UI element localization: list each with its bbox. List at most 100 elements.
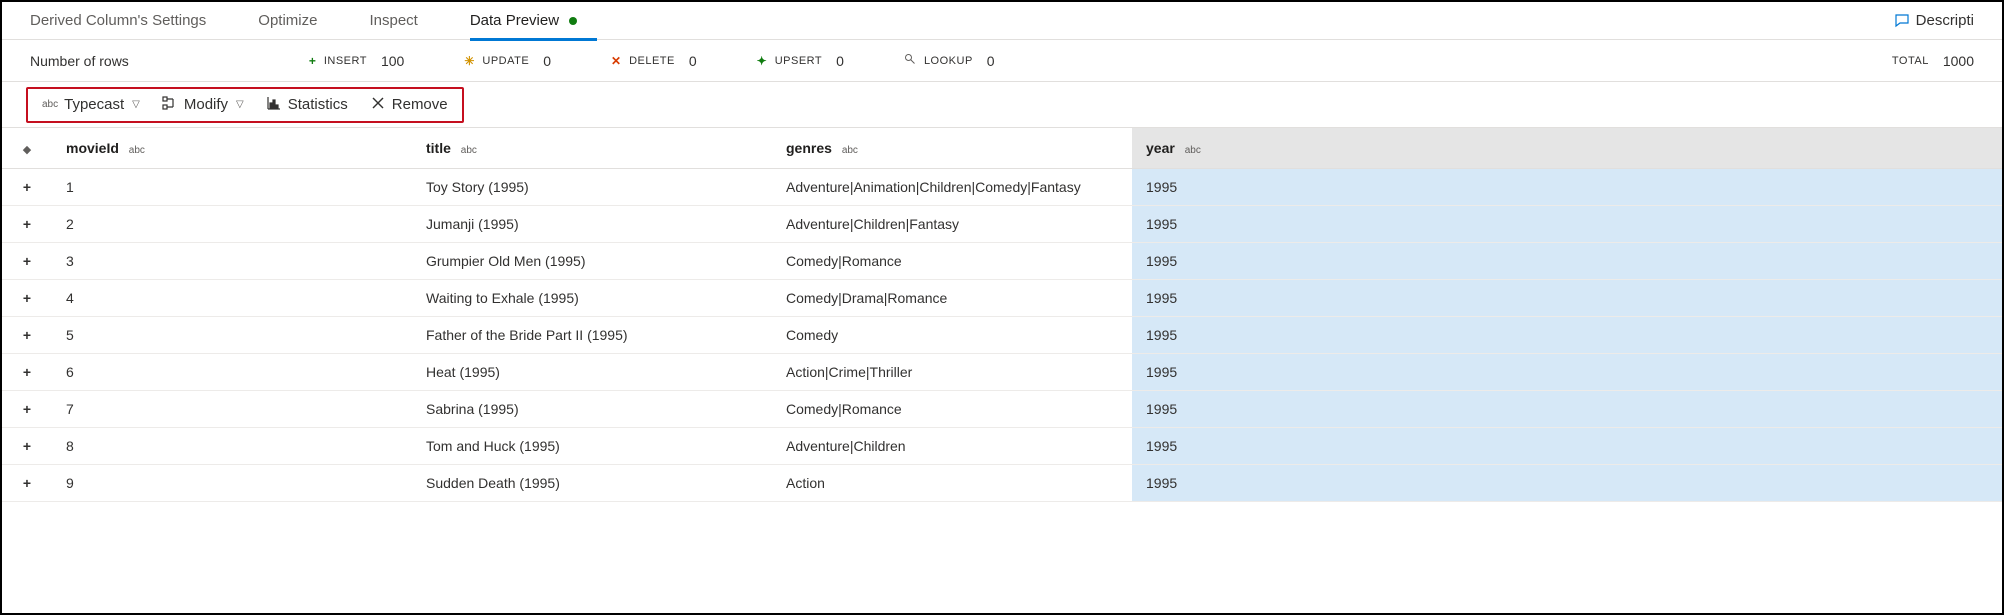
modify-button[interactable]: Modify ▽ bbox=[162, 95, 244, 115]
stat-upsert: ✦ UPSERT 0 bbox=[757, 53, 844, 69]
cell-title: Sabrina (1995) bbox=[412, 390, 772, 427]
cell-title: Grumpier Old Men (1995) bbox=[412, 242, 772, 279]
cell-movieid: 6 bbox=[52, 353, 412, 390]
table-row[interactable]: +3Grumpier Old Men (1995)Comedy|Romance1… bbox=[2, 242, 2002, 279]
tab-optimize[interactable]: Optimize bbox=[258, 2, 317, 40]
cell-movieid: 4 bbox=[52, 279, 412, 316]
upsert-icon: ✦ bbox=[757, 54, 767, 68]
cell-movieid: 3 bbox=[52, 242, 412, 279]
row-count-stats: Number of rows + INSERT 100 ✳ UPDATE 0 ✕… bbox=[2, 40, 2002, 82]
tab-derived-column-settings[interactable]: Derived Column's Settings bbox=[30, 2, 206, 40]
type-icon: abc bbox=[842, 145, 858, 156]
cell-title: Father of the Bride Part II (1995) bbox=[412, 316, 772, 353]
table-row[interactable]: +4Waiting to Exhale (1995)Comedy|Drama|R… bbox=[2, 279, 2002, 316]
data-preview-table: ◆ movieId abc title abc genres abc year … bbox=[2, 128, 2002, 502]
column-header-year[interactable]: year abc bbox=[1132, 128, 2002, 168]
type-icon: abc bbox=[1185, 145, 1201, 156]
tab-inspect[interactable]: Inspect bbox=[369, 2, 417, 40]
modify-icon bbox=[162, 95, 178, 115]
cell-year: 1995 bbox=[1132, 316, 2002, 353]
stat-upsert-value: 0 bbox=[836, 53, 844, 69]
stat-insert-name: INSERT bbox=[324, 55, 367, 67]
column-header-movieid[interactable]: movieId abc bbox=[52, 128, 412, 168]
stat-delete-name: DELETE bbox=[629, 55, 675, 67]
stat-total-value: 1000 bbox=[1943, 53, 1974, 69]
expand-row-icon[interactable]: + bbox=[2, 390, 52, 427]
type-icon: abc bbox=[461, 145, 477, 156]
lookup-icon bbox=[904, 53, 916, 68]
stat-lookup-value: 0 bbox=[987, 53, 995, 69]
cell-genres: Comedy bbox=[772, 316, 1132, 353]
remove-button[interactable]: Remove bbox=[370, 95, 448, 115]
remove-label: Remove bbox=[392, 96, 448, 113]
expand-row-icon[interactable]: + bbox=[2, 279, 52, 316]
statistics-button[interactable]: Statistics bbox=[266, 95, 348, 115]
cell-movieid: 8 bbox=[52, 427, 412, 464]
tab-data-preview-label: Data Preview bbox=[470, 12, 559, 29]
description-link[interactable]: Descripti bbox=[1894, 12, 1974, 29]
expand-row-icon[interactable]: + bbox=[2, 242, 52, 279]
cell-year: 1995 bbox=[1132, 242, 2002, 279]
tab-data-preview[interactable]: Data Preview bbox=[470, 2, 577, 40]
table-row[interactable]: +1Toy Story (1995)Adventure|Animation|Ch… bbox=[2, 168, 2002, 205]
table-row[interactable]: +6Heat (1995)Action|Crime|Thriller1995 bbox=[2, 353, 2002, 390]
cell-genres: Action bbox=[772, 464, 1132, 501]
cell-title: Waiting to Exhale (1995) bbox=[412, 279, 772, 316]
cell-genres: Comedy|Drama|Romance bbox=[772, 279, 1132, 316]
cell-genres: Comedy|Romance bbox=[772, 242, 1132, 279]
expand-row-icon[interactable]: + bbox=[2, 316, 52, 353]
statistics-label: Statistics bbox=[288, 96, 348, 113]
expand-row-icon[interactable]: + bbox=[2, 427, 52, 464]
typecast-label: Typecast bbox=[64, 96, 124, 113]
stat-delete-value: 0 bbox=[689, 53, 697, 69]
statistics-icon bbox=[266, 95, 282, 115]
cell-year: 1995 bbox=[1132, 353, 2002, 390]
table-row[interactable]: +2Jumanji (1995)Adventure|Children|Fanta… bbox=[2, 205, 2002, 242]
cell-year: 1995 bbox=[1132, 279, 2002, 316]
type-icon: abc bbox=[129, 145, 145, 156]
cell-movieid: 9 bbox=[52, 464, 412, 501]
cell-genres: Action|Crime|Thriller bbox=[772, 353, 1132, 390]
stat-update-name: UPDATE bbox=[482, 55, 529, 67]
stat-lookup-name: LOOKUP bbox=[924, 55, 973, 67]
stat-total-name: TOTAL bbox=[1892, 55, 1929, 67]
abc-icon: abc bbox=[42, 99, 58, 110]
cell-year: 1995 bbox=[1132, 464, 2002, 501]
comment-icon bbox=[1894, 13, 1910, 29]
stat-update: ✳ UPDATE 0 bbox=[464, 53, 551, 69]
table-body: +1Toy Story (1995)Adventure|Animation|Ch… bbox=[2, 168, 2002, 501]
table-row[interactable]: +5Father of the Bride Part II (1995)Come… bbox=[2, 316, 2002, 353]
insert-icon: + bbox=[309, 54, 316, 68]
cell-year: 1995 bbox=[1132, 427, 2002, 464]
cell-genres: Comedy|Romance bbox=[772, 390, 1132, 427]
expand-row-icon[interactable]: + bbox=[2, 464, 52, 501]
cell-title: Tom and Huck (1995) bbox=[412, 427, 772, 464]
description-label: Descripti bbox=[1916, 12, 1974, 29]
panel-tabs: Derived Column's Settings Optimize Inspe… bbox=[2, 2, 2002, 40]
expand-row-icon[interactable]: + bbox=[2, 168, 52, 205]
update-icon: ✳ bbox=[464, 54, 474, 68]
stat-upsert-name: UPSERT bbox=[775, 55, 822, 67]
table-row[interactable]: +7Sabrina (1995)Comedy|Romance1995 bbox=[2, 390, 2002, 427]
column-header-genres[interactable]: genres abc bbox=[772, 128, 1132, 168]
typecast-button[interactable]: abc Typecast ▽ bbox=[42, 96, 140, 113]
sort-column-header[interactable]: ◆ bbox=[2, 128, 52, 168]
cell-title: Jumanji (1995) bbox=[412, 205, 772, 242]
cell-title: Sudden Death (1995) bbox=[412, 464, 772, 501]
stat-update-value: 0 bbox=[543, 53, 551, 69]
column-header-title[interactable]: title abc bbox=[412, 128, 772, 168]
table-row[interactable]: +9Sudden Death (1995)Action1995 bbox=[2, 464, 2002, 501]
cell-title: Heat (1995) bbox=[412, 353, 772, 390]
cell-title: Toy Story (1995) bbox=[412, 168, 772, 205]
cell-year: 1995 bbox=[1132, 168, 2002, 205]
cell-year: 1995 bbox=[1132, 390, 2002, 427]
stat-insert-value: 100 bbox=[381, 53, 404, 69]
table-row[interactable]: +8Tom and Huck (1995)Adventure|Children1… bbox=[2, 427, 2002, 464]
expand-row-icon[interactable]: + bbox=[2, 353, 52, 390]
cell-genres: Adventure|Animation|Children|Comedy|Fant… bbox=[772, 168, 1132, 205]
cell-movieid: 2 bbox=[52, 205, 412, 242]
stat-total: TOTAL 1000 bbox=[1892, 53, 1974, 69]
expand-row-icon[interactable]: + bbox=[2, 205, 52, 242]
cell-genres: Adventure|Children|Fantasy bbox=[772, 205, 1132, 242]
stat-insert: + INSERT 100 bbox=[309, 53, 405, 69]
